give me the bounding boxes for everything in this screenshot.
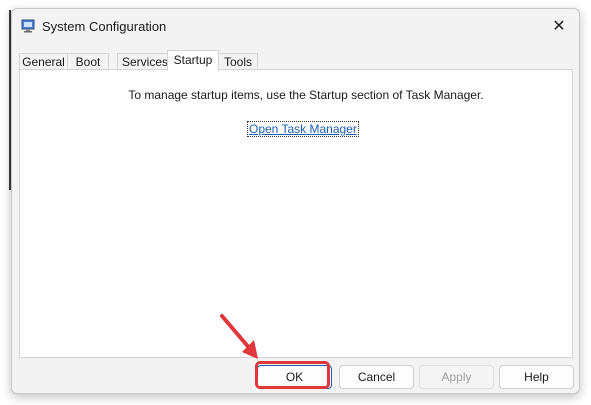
startup-panel: To manage startup items, use the Startup… — [19, 69, 573, 358]
tab-tools[interactable]: Tools — [218, 53, 258, 70]
close-icon[interactable]: ✕ — [547, 15, 571, 39]
tab-general[interactable]: General — [19, 53, 68, 70]
apply-button[interactable]: Apply — [419, 365, 494, 389]
startup-message: To manage startup items, use the Startup… — [128, 88, 484, 102]
system-configuration-window: System Configuration ✕ General Boot Serv… — [11, 8, 580, 394]
tab-boot[interactable]: Boot — [67, 53, 109, 70]
window-title: System Configuration — [42, 19, 167, 34]
ok-button-highlight — [255, 361, 330, 389]
tab-startup[interactable]: Startup — [167, 50, 219, 71]
help-button[interactable]: Help — [499, 365, 574, 389]
open-task-manager-link[interactable]: Open Task Manager — [247, 121, 359, 137]
pointer-arrow-icon — [220, 314, 258, 359]
title-bar: System Configuration ✕ — [12, 9, 579, 43]
cancel-button[interactable]: Cancel — [339, 365, 414, 389]
msconfig-icon — [21, 19, 35, 33]
tab-services[interactable]: Services — [117, 53, 173, 70]
